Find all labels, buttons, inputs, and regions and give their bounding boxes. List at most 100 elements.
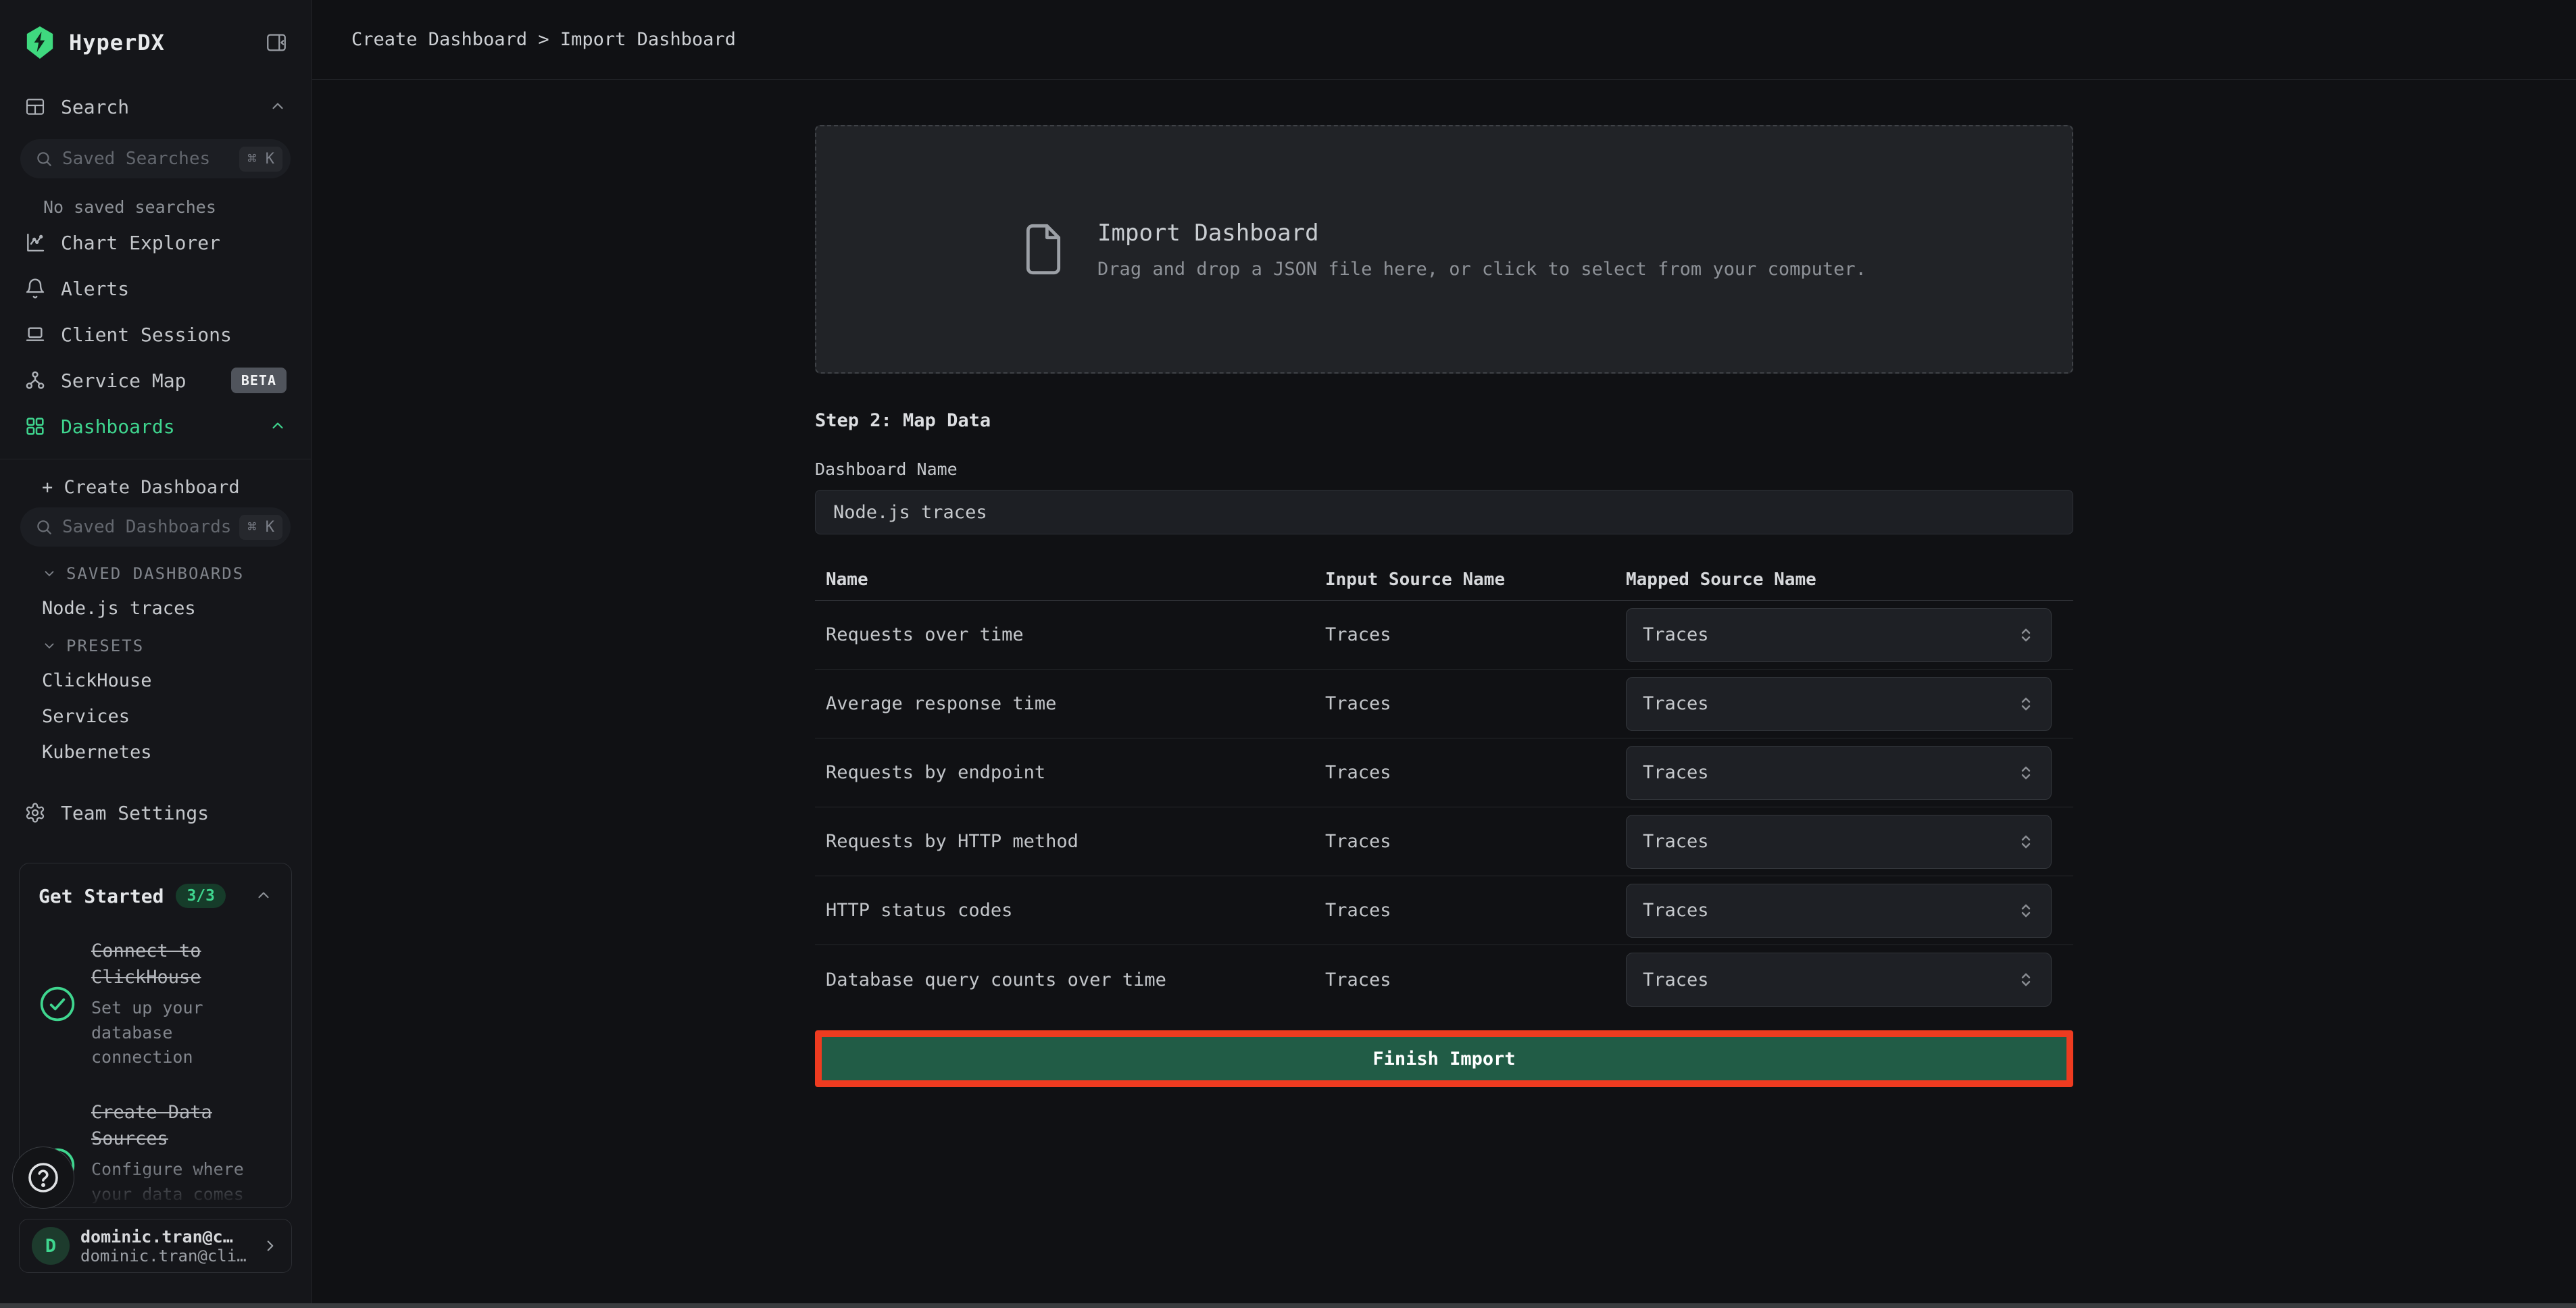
sidebar-item-dashboards[interactable]: Dashboards (0, 403, 311, 449)
finish-import-button[interactable]: Finish Import (822, 1037, 2066, 1080)
sidebar-item-service-map[interactable]: Service Map BETA (0, 357, 311, 403)
table-header-row: Name Input Source Name Mapped Source Nam… (815, 559, 2073, 601)
chevrons-up-down-icon (2016, 832, 2036, 852)
dropzone-subtitle: Drag and drop a JSON file here, or click… (1097, 259, 1866, 280)
chevron-up-icon[interactable] (269, 98, 287, 116)
user-email: dominic.tran@cli… (80, 1247, 251, 1265)
chevrons-up-down-icon (2016, 694, 2036, 714)
mapped-source-select[interactable]: Traces (1626, 746, 2052, 800)
row-name: HTTP status codes (815, 900, 1325, 921)
saved-searches-field[interactable] (62, 149, 230, 169)
row-input-source: Traces (1325, 831, 1626, 852)
sidebar-item-label: Client Sessions (61, 324, 232, 346)
sidebar-item-alerts[interactable]: Alerts (0, 266, 311, 311)
search-section-icon (24, 96, 46, 118)
chart-explorer-icon (24, 232, 46, 253)
service-map-icon (24, 370, 46, 391)
breadcrumb: Create Dashboard > Import Dashboard (351, 29, 736, 50)
get-started-title: Get Started (39, 885, 164, 907)
column-header-mapped-source: Mapped Source Name (1626, 570, 2073, 590)
dashboard-name-label: Dashboard Name (815, 459, 2073, 479)
table-row: Requests by HTTP method Traces Traces (815, 807, 2073, 876)
sidebar-item-client-sessions[interactable]: Client Sessions (0, 311, 311, 357)
saved-dashboard-nodejs-traces[interactable]: Node.js traces (0, 583, 311, 619)
selected-value: Traces (1643, 762, 1709, 783)
search-icon (35, 150, 53, 168)
chevron-up-icon[interactable] (255, 887, 272, 905)
row-name: Requests by endpoint (815, 762, 1325, 783)
no-saved-searches-note: No saved searches (0, 178, 311, 220)
import-dropzone[interactable]: Import Dashboard Drag and drop a JSON fi… (815, 125, 2073, 374)
row-input-source: Traces (1325, 900, 1626, 921)
checklist-item-create-data-sources[interactable]: Create Data Sources Configure where your… (39, 1099, 272, 1208)
saved-dashboards-input[interactable]: ⌘ K (20, 507, 291, 547)
collapse-sidebar-icon[interactable] (265, 31, 288, 54)
logo-row: HyperDX (0, 0, 311, 66)
group-saved-dashboards[interactable]: SAVED DASHBOARDS (0, 547, 311, 583)
shortcut-badge: ⌘ K (239, 147, 282, 172)
dashboard-name-input[interactable] (815, 490, 2073, 534)
bell-icon (24, 278, 46, 299)
mapped-source-select[interactable]: Traces (1626, 815, 2052, 869)
selected-value: Traces (1643, 831, 1709, 852)
row-name: Database query counts over time (815, 970, 1325, 990)
checklist-item-connect-clickhouse[interactable]: Connect to ClickHouse Set up your databa… (39, 938, 272, 1070)
finish-import-highlight-frame: Finish Import (815, 1030, 2073, 1087)
preset-kubernetes[interactable]: Kubernetes (0, 727, 311, 763)
preset-clickhouse[interactable]: ClickHouse (0, 655, 311, 691)
hyperdx-logo-icon (24, 26, 55, 59)
mapped-source-select[interactable]: Traces (1626, 677, 2052, 731)
preset-services[interactable]: Services (0, 691, 311, 727)
row-input-source: Traces (1325, 624, 1626, 645)
selected-value: Traces (1643, 624, 1709, 645)
user-profile-button[interactable]: D dominic.tran@c… dominic.tran@cli… (19, 1219, 292, 1273)
row-name: Average response time (815, 693, 1325, 714)
row-name: Requests over time (815, 624, 1325, 645)
sidebar-item-label: Team Settings (61, 802, 209, 824)
chevron-right-icon (262, 1237, 279, 1255)
group-presets[interactable]: PRESETS (0, 619, 311, 655)
sidebar-item-chart-explorer[interactable]: Chart Explorer (0, 220, 311, 266)
chevron-down-icon (42, 638, 57, 653)
sidebar-item-label: Service Map (61, 370, 186, 392)
main-area: Import Dashboard Drag and drop a JSON fi… (312, 80, 2576, 1308)
table-row: Requests over time Traces Traces (815, 601, 2073, 670)
selected-value: Traces (1643, 693, 1709, 714)
column-header-name: Name (815, 570, 1325, 590)
sidebar-item-search[interactable]: Search (0, 84, 311, 130)
chevron-down-icon (42, 566, 57, 581)
user-name: dominic.tran@c… (80, 1227, 251, 1247)
sidebar-item-label: Dashboards (61, 416, 175, 438)
saved-dashboards-field[interactable] (62, 517, 230, 537)
selected-value: Traces (1643, 900, 1709, 921)
mapped-source-select[interactable]: Traces (1626, 608, 2052, 662)
chevron-up-icon[interactable] (269, 418, 287, 435)
chevrons-up-down-icon (2016, 625, 2036, 645)
chevrons-up-down-icon (2016, 970, 2036, 990)
check-circle-icon (39, 985, 76, 1023)
sidebar-item-team-settings[interactable]: Team Settings (0, 790, 311, 836)
row-name: Requests by HTTP method (815, 831, 1325, 852)
shortcut-badge: ⌘ K (239, 515, 282, 540)
help-circle-icon (27, 1161, 59, 1194)
dashboards-grid-icon (24, 416, 46, 437)
row-input-source: Traces (1325, 693, 1626, 714)
selected-value: Traces (1643, 970, 1709, 990)
mapped-source-select[interactable]: Traces (1626, 884, 2052, 938)
gear-icon (24, 802, 46, 824)
sidebar: HyperDX Search ⌘ K No saved searches Cha… (0, 0, 312, 1308)
checklist-item-title: Create Data Sources (91, 1099, 272, 1152)
column-header-input-source: Input Source Name (1325, 570, 1626, 590)
mapped-source-select[interactable]: Traces (1626, 953, 2052, 1007)
table-row: Requests by endpoint Traces Traces (815, 738, 2073, 807)
top-bar: Create Dashboard > Import Dashboard (312, 0, 2576, 80)
checklist-item-desc: Set up your database connection (91, 996, 272, 1070)
chevrons-up-down-icon (2016, 901, 2036, 921)
checklist-item-desc: Configure where your data comes from (91, 1157, 272, 1208)
saved-searches-input[interactable]: ⌘ K (20, 139, 291, 178)
chevrons-up-down-icon (2016, 763, 2036, 783)
help-button[interactable] (12, 1147, 74, 1209)
laptop-icon (24, 324, 46, 345)
create-dashboard-button[interactable]: + Create Dashboard (0, 459, 311, 498)
bottom-scrollbar[interactable] (0, 1303, 2576, 1308)
